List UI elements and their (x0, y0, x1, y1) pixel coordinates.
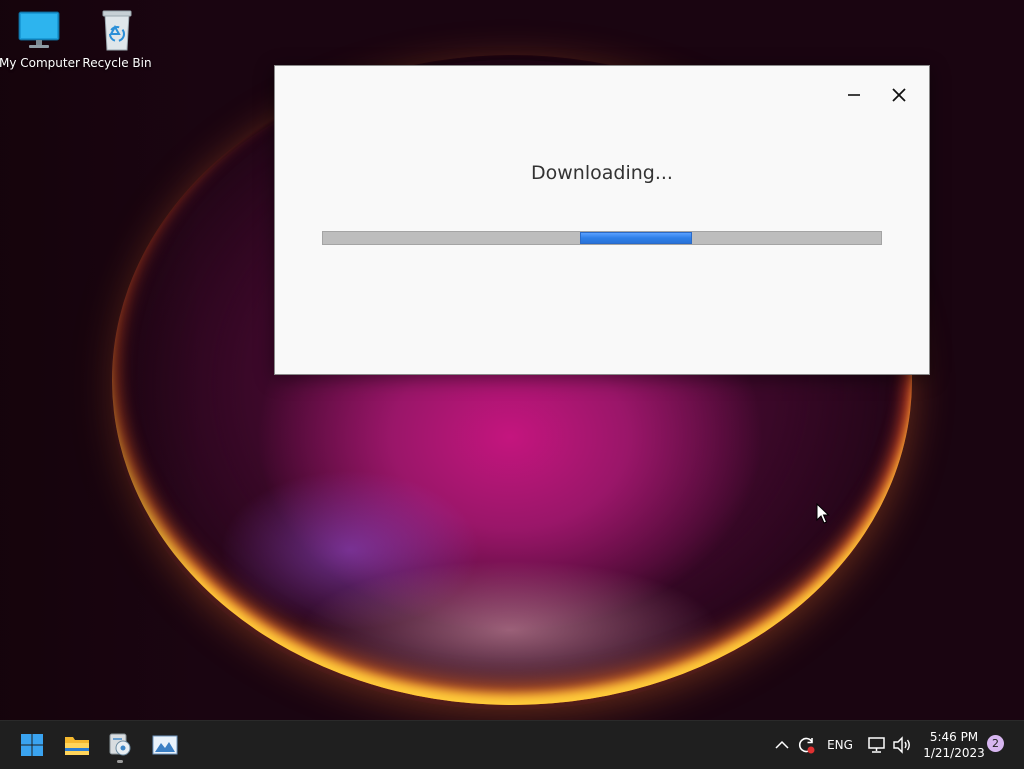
show-hidden-icons-button[interactable] (772, 733, 792, 757)
clock-date: 1/21/2023 (923, 746, 985, 760)
clock-time: 5:46 PM (929, 730, 979, 744)
folder-icon (65, 737, 89, 755)
running-indicator (117, 760, 123, 763)
minimize-icon (848, 94, 860, 96)
taskbar-installer[interactable] (100, 725, 140, 765)
sync-icon (799, 737, 815, 754)
start-button[interactable] (12, 725, 52, 765)
network-icon (868, 737, 885, 753)
windows-start-icon (21, 734, 43, 756)
volume-tray-button[interactable] (891, 733, 913, 757)
recycle-bin-icon (95, 8, 139, 52)
input-language-button[interactable]: ENG (824, 733, 856, 757)
chevron-up-icon (775, 740, 789, 749)
progress-bar-chunk (580, 232, 692, 244)
close-button[interactable] (882, 78, 916, 112)
desktop-icon-recycle-bin[interactable]: Recycle Bin (77, 8, 157, 70)
taskbar: ENG 5:46 PM 1/21/2023 (0, 720, 1024, 769)
notification-count-badge[interactable]: 2 (987, 735, 1004, 752)
desktop-icon-my-computer[interactable]: My Computer (0, 8, 80, 70)
download-status-text: Downloading... (531, 162, 673, 184)
image-icon (152, 735, 178, 755)
desktop: My Computer Recycle Bin Downloading... (0, 0, 1024, 720)
download-dialog: Downloading... (274, 65, 930, 375)
installer-icon (109, 733, 131, 756)
progress-bar (322, 231, 882, 245)
desktop-icon-label: Recycle Bin (82, 56, 152, 70)
mouse-cursor-icon (816, 502, 830, 529)
taskbar-image-viewer[interactable] (145, 725, 185, 765)
taskbar-file-explorer[interactable] (57, 725, 97, 765)
volume-icon (893, 736, 910, 754)
clock-button[interactable]: 5:46 PM 1/21/2023 (918, 729, 990, 761)
minimize-button[interactable] (837, 78, 871, 112)
wallpaper-shade (0, 0, 200, 720)
close-icon (892, 88, 906, 102)
network-tray-button[interactable] (866, 733, 888, 757)
monitor-icon (17, 8, 61, 52)
desktop-icon-label: My Computer (0, 56, 80, 70)
sync-tray-button[interactable] (795, 733, 817, 757)
